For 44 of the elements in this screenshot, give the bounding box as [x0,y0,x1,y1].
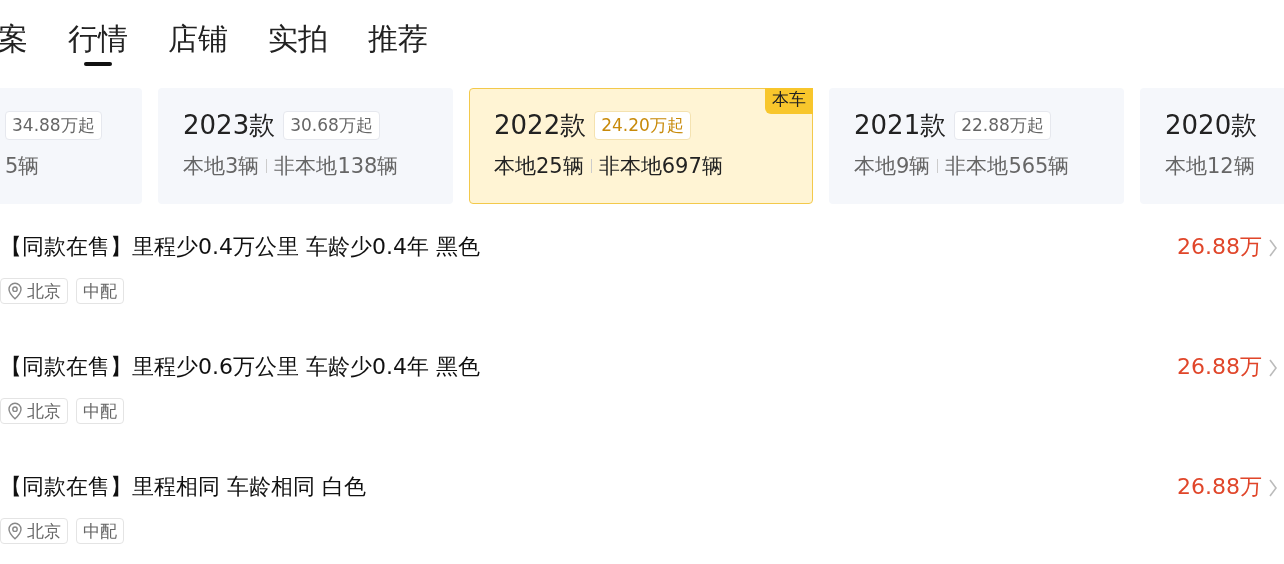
trim-tag: 中配 [76,398,124,424]
local-count: 本地25辆 [494,153,584,180]
location-tag: 北京 [0,398,68,424]
listing-price: 26.88万 [1177,233,1262,261]
location-tag: 北京 [0,518,68,544]
starting-price: 22.88万起 [954,110,1051,140]
starting-price: 24.20万起 [594,110,691,140]
listing-title[interactable]: 【同款在售】里程少0.4万公里 车龄少0.4年 黑色 [0,230,480,264]
model-year: 2020款 [1165,108,1258,142]
starting-price: 30.68万起 [283,110,380,140]
nonlocal-count: 非本地138辆 [274,153,399,180]
location-pin-icon [7,522,23,540]
nonlocal-count: 非本地697辆 [598,153,723,180]
model-year: 2021款 [854,108,947,142]
local-count: 本地3辆 [183,153,260,180]
listing-title[interactable]: 【同款在售】里程少0.6万公里 车龄少0.4年 黑色 [0,350,480,384]
local-count: 5辆 [5,153,40,180]
current-car-badge: 本车 [765,88,813,114]
listing-price: 26.88万 [1177,473,1262,501]
tab[interactable]: 店铺 [168,14,228,64]
model-year-card[interactable]: 34.88万起 5辆 [0,88,142,204]
starting-price: 34.88万起 [5,110,102,140]
chevron-right-icon [1268,238,1278,258]
tab[interactable]: 实拍 [268,14,328,64]
model-year-card[interactable]: 2022款 24.20万起 本地25辆 非本地697辆 本车 [469,88,813,204]
tab[interactable]: 推荐 [368,14,428,64]
chevron-right-icon [1268,358,1278,378]
model-year-card[interactable]: 2020款 本地12辆 [1140,88,1284,204]
listing-title[interactable]: 【同款在售】里程相同 车龄相同 白色 [0,470,366,504]
local-count: 本地12辆 [1165,153,1255,180]
trim-tag: 中配 [76,278,124,304]
tab[interactable]: 行情 [68,14,128,64]
model-year-card[interactable]: 2023款 30.68万起 本地3辆 非本地138辆 [158,88,453,204]
local-count: 本地9辆 [854,153,931,180]
chevron-right-icon [1268,478,1278,498]
location-tag: 北京 [0,278,68,304]
location-pin-icon [7,282,23,300]
model-year: 2022款 [494,108,587,142]
model-year: 2023款 [183,108,276,142]
location-pin-icon [7,402,23,420]
listing-price: 26.88万 [1177,353,1262,381]
model-year-card[interactable]: 2021款 22.88万起 本地9辆 非本地565辆 [829,88,1124,204]
trim-tag: 中配 [76,518,124,544]
nonlocal-count: 非本地565辆 [945,153,1070,180]
